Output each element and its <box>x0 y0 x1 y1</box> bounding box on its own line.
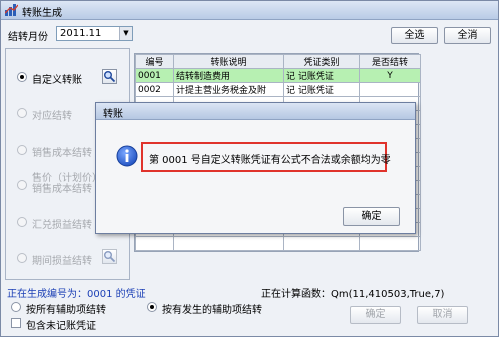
column-header-transfer-flag[interactable]: 是否结转 <box>359 54 421 69</box>
table-row[interactable] <box>135 236 421 251</box>
period-select[interactable]: 2011.11 ▼ <box>56 26 133 41</box>
search-icon[interactable] <box>102 249 117 264</box>
cell-id[interactable]: 0002 <box>135 82 174 97</box>
option-price-sales-cost-transfer[interactable]: 售价（计划价） 销售成本结转 <box>32 173 102 195</box>
column-header-voucher-type[interactable]: 凭证类别 <box>283 54 360 69</box>
cancel-button[interactable]: 取消 <box>417 306 468 324</box>
cell-description[interactable]: 结转制造费用 <box>173 68 284 83</box>
search-icon[interactable] <box>102 69 117 84</box>
cell-voucher-type[interactable]: 记 记账凭证 <box>283 68 360 83</box>
dialog-title-bar: 转账 <box>96 103 415 120</box>
column-header-description[interactable]: 转账说明 <box>173 54 284 69</box>
table-row[interactable]: 0002 计提主营业务税金及附 记 记账凭证 <box>135 82 421 97</box>
window-title: 转账生成 <box>22 8 62 19</box>
radio-exchange-gain-loss-transfer[interactable] <box>17 217 27 227</box>
cell-description[interactable]: 计提主营业务税金及附 <box>173 82 284 97</box>
dialog-message: 第 0001 号自定义转账凭证有公式不合法或余额均为零 <box>149 155 391 166</box>
title-bar: 转账生成 <box>1 1 498 20</box>
info-icon <box>116 145 138 167</box>
table-row[interactable]: 0001 结转制造费用 记 记账凭证 Y <box>135 68 421 83</box>
dialog-ok-button[interactable]: 确定 <box>343 207 400 226</box>
column-header-id[interactable]: 编号 <box>135 54 174 69</box>
option-exchange-gain-loss-transfer[interactable]: 汇兑损益结转 <box>32 216 92 231</box>
cell-transfer-flag[interactable]: Y <box>359 68 421 83</box>
option-sales-cost-transfer[interactable]: 销售成本结转 <box>32 144 92 159</box>
radio-price-sales-cost-transfer[interactable] <box>17 180 27 190</box>
radio-sales-cost-transfer[interactable] <box>17 145 27 155</box>
period-label: 结转月份 <box>8 32 48 43</box>
message-highlight: 第 0001 号自定义转账凭证有公式不合法或余额均为零 <box>141 142 391 172</box>
cell-id[interactable]: 0001 <box>135 68 174 83</box>
option-corresponding-transfer[interactable]: 对应结转 <box>32 107 72 122</box>
radio-custom-transfer[interactable] <box>17 72 27 82</box>
generating-status: 正在生成编号为：0001 的凭证 <box>7 289 146 300</box>
radio-all-aux-transfer[interactable] <box>11 302 21 312</box>
include-unposted-checkbox[interactable] <box>11 318 21 328</box>
app-icon <box>5 4 18 16</box>
include-unposted-label[interactable]: 包含未记账凭证 <box>26 317 96 332</box>
dialog-title: 转账 <box>103 109 123 120</box>
radio-occurred-aux-transfer[interactable] <box>147 302 157 312</box>
radio-period-pl-transfer[interactable] <box>17 253 27 263</box>
cell-transfer-flag[interactable] <box>359 82 421 97</box>
radio-corresponding-transfer[interactable] <box>17 108 27 118</box>
option-occurred-aux-transfer[interactable]: 按有发生的辅助项结转 <box>162 301 262 316</box>
option-period-pl-transfer[interactable]: 期间损益结转 <box>32 252 92 267</box>
computing-status: 正在计算函数：Qm(11,410503,True,7) <box>261 289 445 300</box>
chevron-down-icon[interactable]: ▼ <box>119 27 132 40</box>
transfer-alert-dialog: 转账 第 0001 号自定义转账凭证有公式不合法或余额均为零 确定 <box>95 102 416 234</box>
select-all-button[interactable]: 全选 <box>391 27 438 44</box>
clear-all-button[interactable]: 全消 <box>444 27 491 44</box>
period-value: 2011.11 <box>60 28 102 39</box>
option-all-aux-transfer[interactable]: 按所有辅助项结转 <box>26 301 106 316</box>
option-custom-transfer[interactable]: 自定义转账 <box>32 71 82 86</box>
ok-button[interactable]: 确定 <box>350 306 401 324</box>
cell-voucher-type[interactable]: 记 记账凭证 <box>283 82 360 97</box>
